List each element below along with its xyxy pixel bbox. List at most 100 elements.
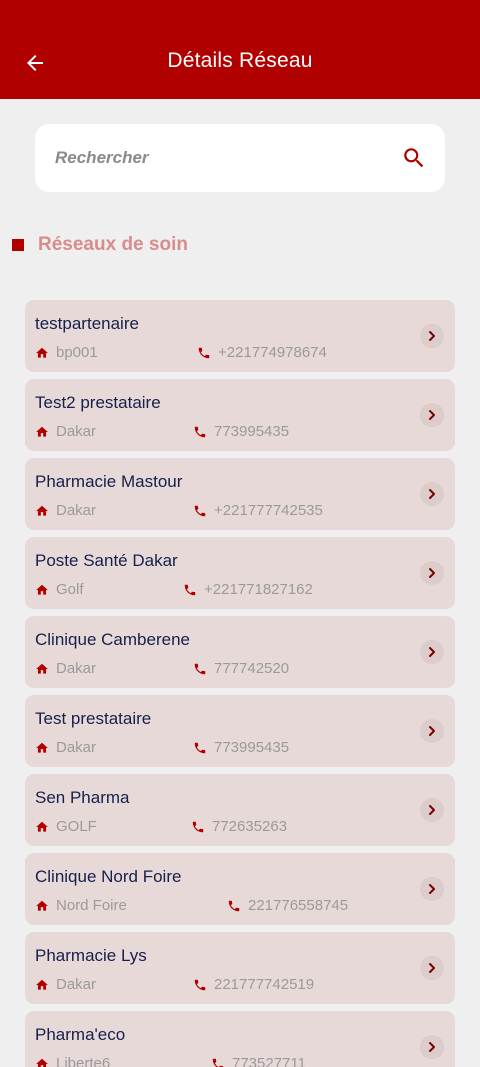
home-icon: [35, 504, 49, 518]
provider-phone-group: 773995435: [193, 423, 289, 440]
chevron-right-icon[interactable]: [420, 1035, 444, 1059]
search-bar: [35, 124, 445, 192]
provider-name: Test2 prestataire: [35, 393, 161, 412]
chevron-right-icon[interactable]: [420, 877, 444, 901]
provider-location: bp001: [56, 344, 98, 361]
app-bar: Détails Réseau: [0, 0, 480, 99]
provider-details: Dakar: [35, 739, 96, 756]
provider-phone-group: +221774978674: [197, 344, 327, 361]
provider-card[interactable]: Clinique Camberene Dakar 777742520: [25, 616, 455, 688]
chevron-right-icon[interactable]: [420, 956, 444, 980]
provider-phone[interactable]: 773527711: [232, 1055, 306, 1067]
chevron-right-icon[interactable]: [420, 640, 444, 664]
home-icon: [35, 899, 49, 913]
phone-icon: [193, 741, 207, 755]
provider-phone[interactable]: 773995435: [214, 739, 289, 756]
page-title: Détails Réseau: [167, 49, 313, 72]
provider-card[interactable]: Sen Pharma GOLF 772635263: [25, 774, 455, 846]
provider-card[interactable]: Test prestataire Dakar 773995435: [25, 695, 455, 767]
provider-phone-group: 221777742519: [193, 976, 314, 993]
provider-location: GOLF: [56, 818, 97, 835]
provider-card[interactable]: Pharmacie Lys Dakar 221777742519: [25, 932, 455, 1004]
provider-phone-group: 773527711: [211, 1055, 306, 1067]
provider-card[interactable]: testpartenaire bp001 +221774978674: [25, 300, 455, 372]
provider-card[interactable]: Pharmacie Mastour Dakar +221777742535: [25, 458, 455, 530]
provider-name: Pharmacie Mastour: [35, 472, 183, 491]
chevron-right-icon[interactable]: [420, 798, 444, 822]
provider-list: testpartenaire bp001 +221774978674 Test2…: [25, 300, 455, 1067]
provider-details: Dakar: [35, 976, 96, 993]
chevron-right-icon[interactable]: [420, 403, 444, 427]
provider-name: Clinique Nord Foire: [35, 867, 182, 886]
provider-phone[interactable]: +221771827162: [204, 581, 313, 598]
provider-details: Dakar: [35, 423, 96, 440]
search-input[interactable]: [55, 146, 375, 170]
provider-details: GOLF: [35, 818, 97, 835]
provider-phone-group: 772635263: [191, 818, 287, 835]
provider-name: Poste Santé Dakar: [35, 551, 178, 570]
provider-location: Dakar: [56, 502, 97, 519]
phone-icon: [193, 662, 207, 676]
home-icon: [35, 741, 49, 755]
provider-phone[interactable]: 221777742519: [214, 976, 314, 993]
phone-icon: [211, 1057, 225, 1067]
provider-location: Dakar: [56, 739, 97, 756]
provider-location: Dakar: [56, 976, 97, 993]
chevron-right-icon[interactable]: [420, 324, 444, 348]
chevron-right-icon[interactable]: [420, 561, 444, 585]
square-bullet-icon: [12, 239, 24, 251]
provider-details: Dakar: [35, 502, 96, 519]
chevron-right-icon[interactable]: [420, 482, 444, 506]
provider-phone[interactable]: +221774978674: [218, 344, 327, 361]
home-icon: [35, 346, 49, 360]
provider-location: Golf: [56, 581, 84, 598]
phone-icon: [191, 820, 205, 834]
provider-name: Sen Pharma: [35, 788, 130, 807]
provider-details: Golf: [35, 581, 84, 598]
provider-name: testpartenaire: [35, 314, 139, 333]
provider-phone[interactable]: +221777742535: [214, 502, 323, 519]
provider-details: bp001: [35, 344, 98, 361]
provider-phone-group: 773995435: [193, 739, 289, 756]
provider-name: Clinique Camberene: [35, 630, 190, 649]
provider-location: Liberte6: [56, 1055, 111, 1067]
provider-phone-group: +221771827162: [183, 581, 313, 598]
provider-location: Nord Foire: [56, 897, 127, 914]
provider-phone-group: +221777742535: [193, 502, 323, 519]
home-icon: [35, 662, 49, 676]
home-icon: [35, 425, 49, 439]
section-title: Réseaux de soin: [38, 234, 188, 255]
home-icon: [35, 583, 49, 597]
provider-card[interactable]: Poste Santé Dakar Golf +221771827162: [25, 537, 455, 609]
provider-card[interactable]: Pharma'eco Liberte6 773527711: [25, 1011, 455, 1067]
provider-phone[interactable]: 777742520: [214, 660, 289, 677]
provider-card[interactable]: Test2 prestataire Dakar 773995435: [25, 379, 455, 451]
home-icon: [35, 820, 49, 834]
provider-location: Dakar: [56, 423, 97, 440]
search-button[interactable]: [401, 145, 427, 171]
phone-icon: [193, 978, 207, 992]
search-icon: [404, 148, 424, 168]
provider-location: Dakar: [56, 660, 97, 677]
provider-name: Test prestataire: [35, 709, 152, 728]
phone-icon: [193, 425, 207, 439]
provider-details: Dakar: [35, 660, 96, 677]
provider-details: Liberte6: [35, 1055, 110, 1067]
provider-details: Nord Foire: [35, 897, 127, 914]
provider-phone[interactable]: 221776558745: [248, 897, 348, 914]
provider-name: Pharma'eco: [35, 1025, 126, 1044]
phone-icon: [197, 346, 211, 360]
home-icon: [35, 1057, 49, 1067]
phone-icon: [183, 583, 197, 597]
provider-phone[interactable]: 772635263: [212, 818, 287, 835]
home-icon: [35, 978, 49, 992]
phone-icon: [193, 504, 207, 518]
provider-phone-group: 777742520: [193, 660, 289, 677]
section-header: Réseaux de soin: [12, 232, 188, 258]
provider-name: Pharmacie Lys: [35, 946, 147, 965]
provider-phone[interactable]: 773995435: [214, 423, 289, 440]
phone-icon: [227, 899, 241, 913]
chevron-right-icon[interactable]: [420, 719, 444, 743]
provider-phone-group: 221776558745: [227, 897, 348, 914]
provider-card[interactable]: Clinique Nord Foire Nord Foire 221776558…: [25, 853, 455, 925]
